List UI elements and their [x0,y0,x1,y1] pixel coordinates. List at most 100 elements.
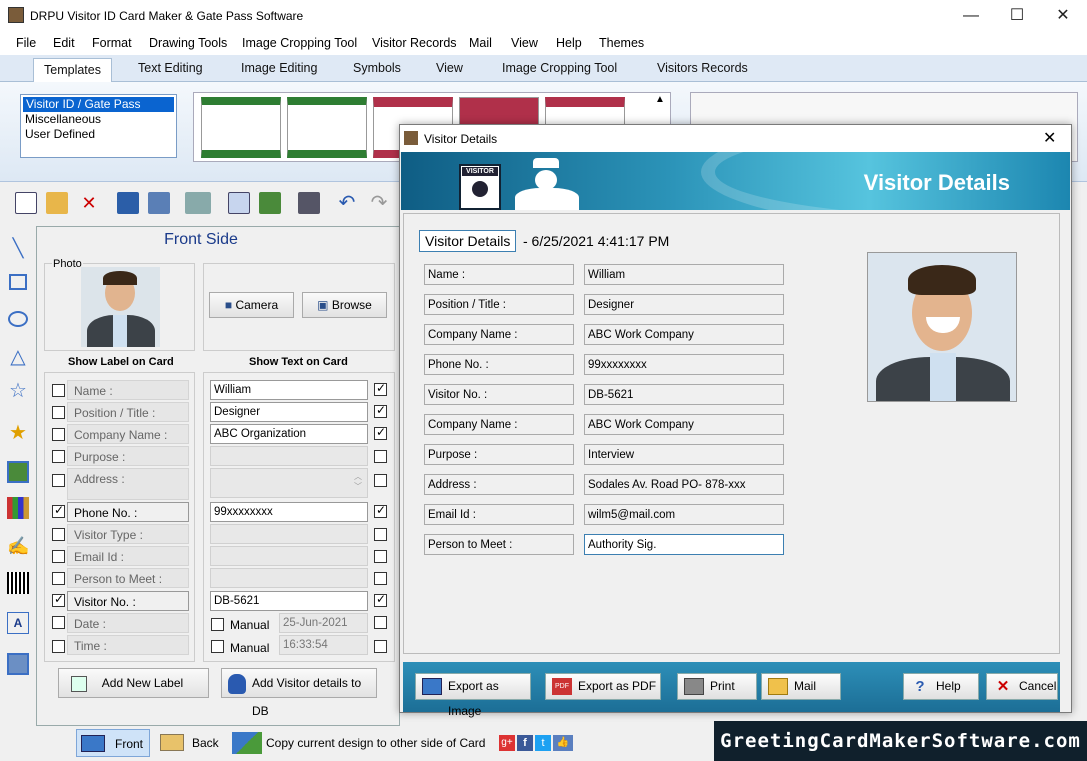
twitter-icon[interactable]: t [535,735,551,751]
person-field[interactable] [210,568,368,588]
date-field[interactable]: 25-Jun-2021 [279,613,368,633]
position-field[interactable]: Designer [210,402,368,422]
menu-format[interactable]: Format [92,36,132,50]
email-text-checkbox[interactable] [374,550,387,563]
company-label-checkbox[interactable] [52,428,65,441]
detail-value-position[interactable]: Designer [584,294,784,315]
email-label-checkbox[interactable] [52,550,65,563]
visitor-type-label-checkbox[interactable] [52,528,65,541]
detail-value-visitor-no[interactable]: DB-5621 [584,384,784,405]
purpose-text-checkbox[interactable] [374,450,387,463]
menu-edit[interactable]: Edit [53,36,75,50]
position-text-checkbox[interactable] [374,403,387,418]
new-icon[interactable] [15,192,37,214]
time-manual-checkbox[interactable] [211,640,224,653]
tab-image-cropping-tool[interactable]: Image Cropping Tool [502,61,617,75]
dialog-close-icon[interactable]: ✕ [1043,128,1056,148]
barcode-icon[interactable] [7,572,29,594]
menu-drawing-tools[interactable]: Drawing Tools [149,36,227,50]
open-icon[interactable] [46,192,68,214]
detail-value-purpose[interactable]: Interview [584,444,784,465]
add-visitor-db-button[interactable]: Add Visitor details to DB [221,668,377,718]
phone-field[interactable]: 99xxxxxxxx [210,502,368,522]
camera-button[interactable]: ■ Camera [209,292,294,318]
undo-icon[interactable]: ↶ [336,192,358,214]
tab-text-editing[interactable]: Text Editing [138,61,203,75]
name-label-checkbox[interactable] [52,384,65,397]
category-user-defined[interactable]: User Defined [21,127,176,142]
menu-help[interactable]: Help [556,36,582,50]
tab-view[interactable]: View [436,61,463,75]
name-field[interactable]: William [210,380,368,400]
export-icon[interactable] [185,192,211,214]
date-text-checkbox[interactable] [374,616,387,629]
detail-value-email[interactable]: wilm5@mail.com [584,504,784,525]
signature-icon[interactable]: ✍ [7,536,29,558]
address-label-checkbox[interactable] [52,474,65,487]
person-label-checkbox[interactable] [52,572,65,585]
like-icon[interactable]: 👍 [553,735,573,751]
visitor-type-text-checkbox[interactable] [374,528,387,541]
copy-design-button[interactable]: Copy current design to other side of Car… [230,729,492,757]
image-icon[interactable] [259,192,281,214]
template-thumb[interactable] [201,97,281,158]
star-icon[interactable]: ☆ [7,378,29,402]
template-thumb[interactable] [287,97,367,158]
cancel-button[interactable]: ✕ Cancel [986,673,1058,700]
tab-templates[interactable]: Templates [33,58,112,83]
time-field[interactable]: 16:33:54 [279,635,368,655]
tab-image-editing[interactable]: Image Editing [241,61,317,75]
symbol-icon[interactable]: ★ [7,420,29,444]
picture-icon[interactable] [7,461,29,483]
minimize-icon[interactable]: — [948,0,994,31]
google-plus-icon[interactable]: g+ [499,735,515,751]
tab-visitors-records[interactable]: Visitors Records [657,61,748,75]
facebook-icon[interactable]: f [517,735,533,751]
print-button[interactable]: Print [677,673,757,700]
tab-symbols[interactable]: Symbols [353,61,401,75]
mail-button[interactable]: Mail [761,673,841,700]
detail-value-company[interactable]: ABC Work Company [584,324,784,345]
visitor-no-text-checkbox[interactable] [374,592,387,607]
visitor-no-field[interactable]: DB-5621 [210,591,368,611]
export-pdf-button[interactable]: PDF Export as PDF [545,673,661,700]
text-icon[interactable]: A [7,612,29,634]
date-manual-checkbox[interactable] [211,618,224,631]
menu-themes[interactable]: Themes [599,36,644,50]
library-icon[interactable] [7,497,29,519]
ellipse-icon[interactable] [8,311,28,327]
address-scroll-icon[interactable]: ︿ ﹀ [354,472,362,492]
menu-mail[interactable]: Mail [469,36,492,50]
category-miscellaneous[interactable]: Miscellaneous [21,112,176,127]
export-image-button[interactable]: Export as Image [415,673,531,718]
save-as-icon[interactable] [148,192,170,214]
help-button[interactable]: ? Help [903,673,979,700]
company-text-checkbox[interactable] [374,425,387,440]
address-text-checkbox[interactable] [374,474,387,487]
menu-view[interactable]: View [511,36,538,50]
address-field[interactable] [210,468,368,498]
line-icon[interactable]: ╲ [7,238,29,260]
detail-value-phone[interactable]: 99xxxxxxxx [584,354,784,375]
menu-image-cropping[interactable]: Image Cropping Tool [242,36,357,50]
triangle-icon[interactable]: △ [7,344,29,368]
time-label-checkbox[interactable] [52,640,65,653]
detail-value-address[interactable]: Sodales Av. Road PO- 878-xxx [584,474,784,495]
purpose-field[interactable] [210,446,368,466]
menu-file[interactable]: File [16,36,36,50]
visitor-no-label-checkbox[interactable] [52,592,65,607]
add-new-label-button[interactable]: Add New Label [58,668,209,698]
detail-value-company-2[interactable]: ABC Work Company [584,414,784,435]
visitor-type-field[interactable] [210,524,368,544]
watermark-icon[interactable] [7,653,29,675]
front-button[interactable]: Front [76,729,150,757]
date-label-checkbox[interactable] [52,616,65,629]
time-text-checkbox[interactable] [374,640,387,653]
maximize-icon[interactable]: ☐ [994,0,1040,31]
properties-icon[interactable] [228,192,250,214]
rectangle-icon[interactable] [9,274,27,290]
close-file-icon[interactable]: ✕ [78,192,100,214]
detail-value-name[interactable]: William [584,264,784,285]
template-category-list[interactable]: Visitor ID / Gate Pass Miscellaneous Use… [20,94,177,158]
phone-label-checkbox[interactable] [52,503,65,518]
